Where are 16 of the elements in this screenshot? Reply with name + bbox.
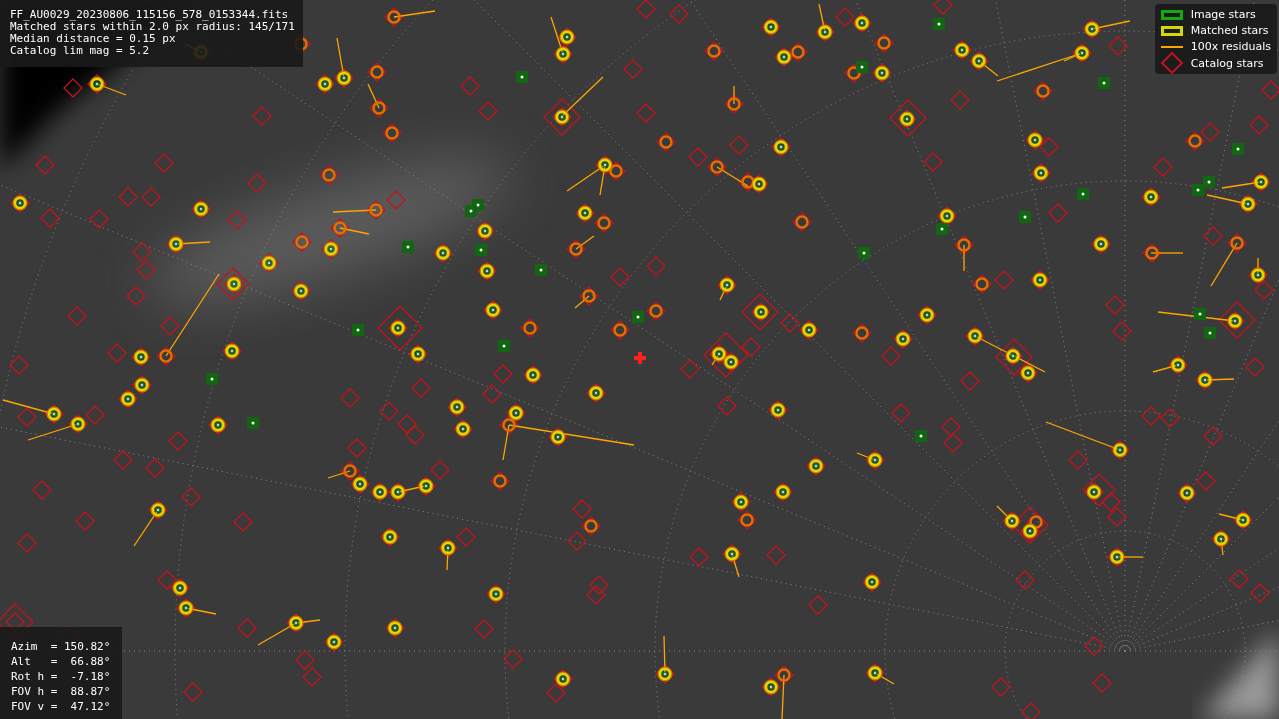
legend-label: Matched stars — [1190, 23, 1269, 38]
legend-swatch-icon — [1160, 25, 1183, 36]
legend-label: Image stars — [1190, 7, 1256, 22]
pointing-line: FOV v = 47.12° — [11, 699, 112, 714]
pointing-line: Azim = 150.82° — [11, 639, 112, 654]
pointing-line: Rot h = -7.18° — [11, 669, 112, 684]
pointing-line: FOV h = 88.87° — [11, 684, 112, 699]
pointing-line: Alt = 66.88° — [11, 654, 112, 669]
legend-line-icon — [1160, 45, 1183, 48]
legend-swatch-icon — [1160, 9, 1183, 20]
info-line: Matched stars within 2.0 px radius: 145/171 — [10, 21, 295, 33]
legend-label: Catalog stars — [1190, 55, 1264, 71]
info-line: Catalog lim mag = 5.2 — [10, 45, 151, 57]
info-line: Median distance = 0.15 px — [10, 33, 177, 45]
info-line: FF_AU0029_20230806_115156_578_0153344.fits — [10, 9, 290, 21]
legend-label: 100x residuals — [1190, 39, 1271, 54]
